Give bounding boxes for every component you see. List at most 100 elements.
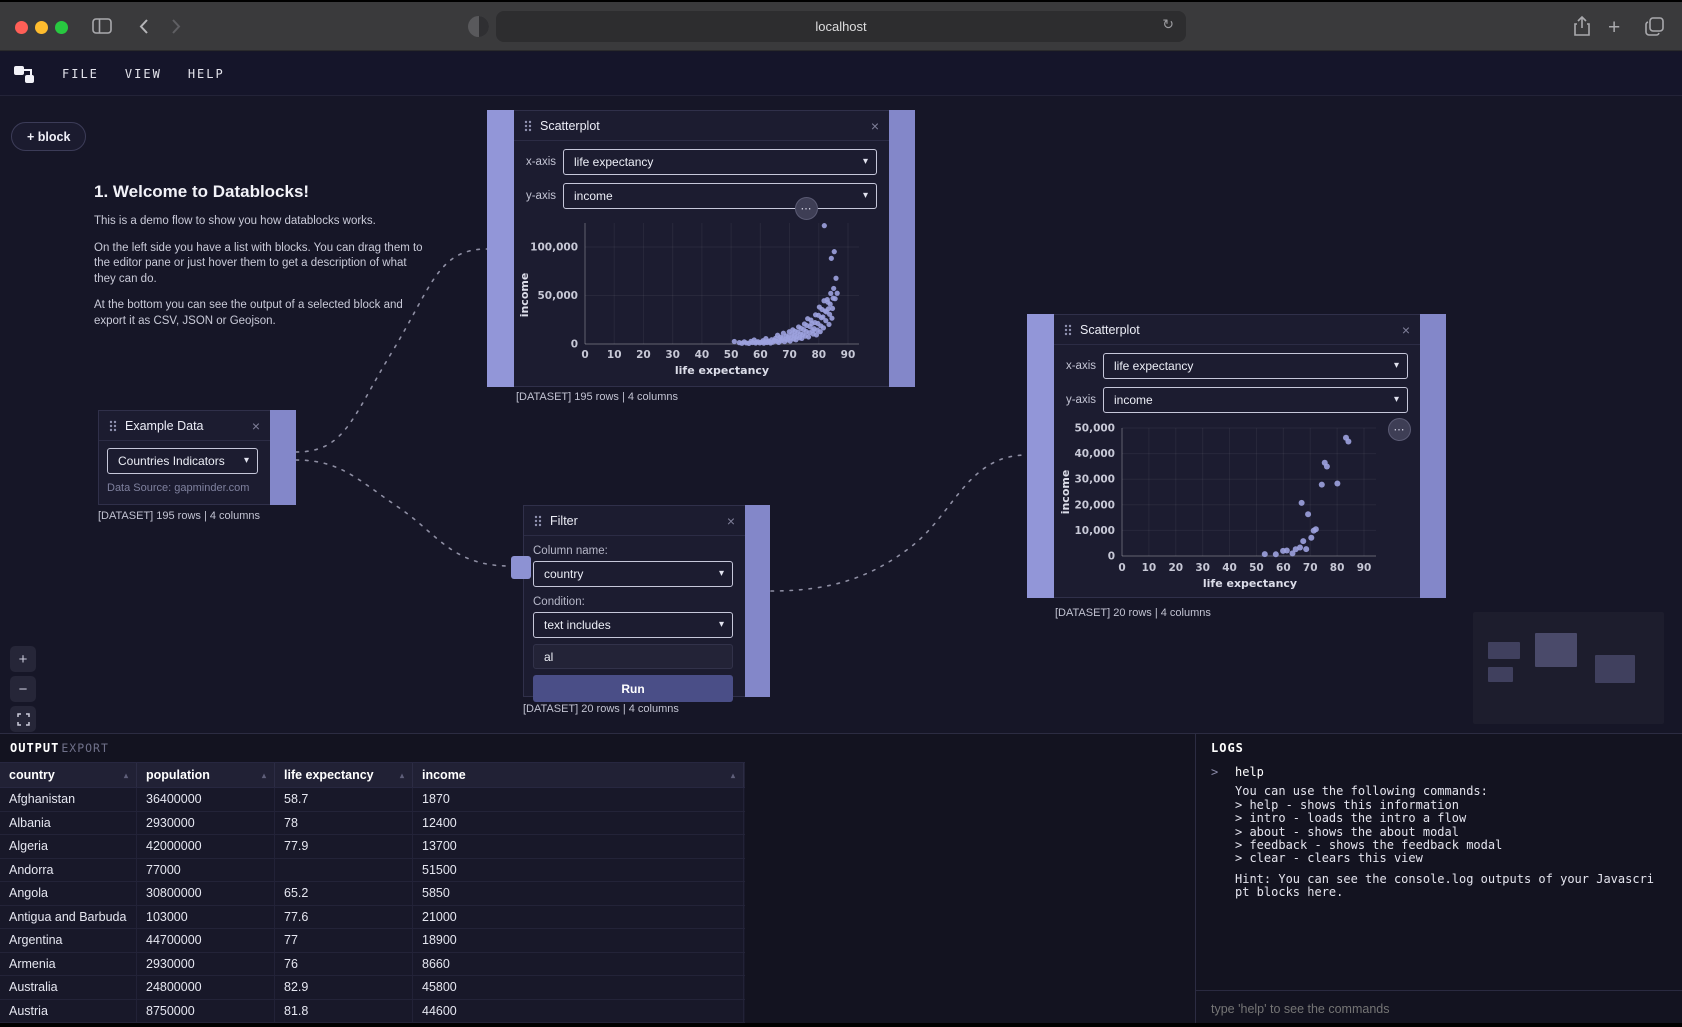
svg-text:100,000: 100,000	[530, 242, 578, 254]
node-drag-header[interactable]: Scatterplot ×	[1054, 315, 1420, 345]
node-title: Scatterplot	[1080, 323, 1140, 337]
welcome-paragraph: At the bottom you can see the output of …	[94, 298, 430, 329]
address-bar[interactable]: localhost ↻	[496, 11, 1186, 42]
zoom-in-button[interactable]: +	[10, 646, 36, 672]
column-select[interactable]: country ▾	[533, 561, 733, 587]
log-response-line: > about - shows the about modal	[1235, 826, 1669, 839]
minimap[interactable]	[1473, 612, 1664, 724]
back-icon[interactable]	[138, 14, 150, 44]
node-drag-header[interactable]: Filter ×	[524, 506, 745, 536]
table-body: Afghanistan3640000058.71870Albania293000…	[0, 788, 745, 1023]
node-drag-header[interactable]: Example Data ×	[99, 411, 270, 441]
y-axis-value: income	[1114, 393, 1153, 407]
run-button[interactable]: Run	[533, 675, 733, 702]
fit-view-icon	[17, 713, 30, 726]
flow-canvas[interactable]: + block 1. Welcome to Datablocks! This i…	[0, 96, 1682, 733]
svg-text:50: 50	[1249, 562, 1264, 574]
drag-handle-icon[interactable]	[109, 420, 117, 432]
logs-title: LOGS	[1211, 741, 1244, 755]
input-port[interactable]	[1027, 314, 1054, 598]
zoom-window-button[interactable]	[55, 21, 68, 34]
column-header-life-expectancy[interactable]: life expectancy▴	[275, 763, 413, 787]
fit-view-button[interactable]	[10, 706, 36, 732]
close-icon[interactable]: ×	[727, 513, 735, 529]
node-title: Filter	[550, 514, 578, 528]
column-header-income[interactable]: income▴	[413, 763, 744, 787]
reload-icon[interactable]: ↻	[1162, 16, 1174, 33]
chevron-down-icon: ▾	[863, 190, 868, 201]
table-cell: Angola	[0, 882, 137, 905]
y-axis-select[interactable]: income ▾	[563, 183, 877, 209]
table-cell: 44600	[413, 1000, 744, 1023]
bottom-panel: OUTPUT EXPORT country▴population▴life ex…	[0, 733, 1682, 1023]
browser-chrome: localhost ↻ +	[0, 2, 1682, 51]
input-port[interactable]	[511, 556, 531, 579]
drag-handle-icon[interactable]	[524, 120, 532, 132]
minimize-window-button[interactable]	[35, 21, 48, 34]
node-example-data[interactable]: Example Data × Countries Indicators ▾ Da…	[98, 410, 296, 505]
condition-select[interactable]: text includes ▾	[533, 612, 733, 638]
column-header-country[interactable]: country▴	[0, 763, 137, 787]
output-port[interactable]	[270, 410, 296, 505]
export-tab[interactable]: EXPORT	[61, 741, 109, 755]
chart-options-button[interactable]: ⋯	[795, 197, 818, 220]
node-scatterplot-2[interactable]: Scatterplot × x-axis life expectancy ▾ y…	[1027, 314, 1446, 598]
menu-item-help[interactable]: HELP	[188, 67, 225, 81]
x-axis-select[interactable]: life expectancy ▾	[563, 149, 877, 175]
forward-icon[interactable]	[170, 14, 182, 44]
table-row: Angola3080000065.25850	[0, 882, 745, 906]
tabs-overview-icon[interactable]	[1644, 16, 1665, 42]
table-cell: 2930000	[137, 953, 275, 976]
output-tab[interactable]: OUTPUT	[10, 741, 59, 755]
svg-text:20,000: 20,000	[1074, 499, 1115, 511]
new-tab-icon[interactable]: +	[1608, 16, 1620, 40]
menu-item-file[interactable]: FILE	[62, 67, 99, 81]
table-cell: 2930000	[137, 812, 275, 835]
logs-console: >helpYou can use the following commands:…	[1211, 766, 1669, 907]
table-cell: Antigua and Barbuda	[0, 906, 137, 929]
table-row: Armenia2930000768660	[0, 953, 745, 977]
add-block-button[interactable]: + block	[11, 122, 86, 151]
app-window: localhost ↻ + FILE VIEW HELP + block	[0, 0, 1682, 1027]
drag-handle-icon[interactable]	[534, 515, 542, 527]
dataset-value: Countries Indicators	[118, 454, 225, 468]
dataset-select[interactable]: Countries Indicators ▾	[107, 448, 258, 474]
svg-text:0: 0	[1108, 551, 1115, 563]
chart-options-button[interactable]: ⋯	[1388, 418, 1411, 441]
input-port[interactable]	[487, 110, 514, 387]
table-cell: Austria	[0, 1000, 137, 1023]
column-header-population[interactable]: population▴	[137, 763, 275, 787]
node-title: Example Data	[125, 419, 204, 433]
logs-command-input[interactable]	[1211, 1002, 1666, 1016]
table-cell: 77.9	[275, 835, 413, 858]
svg-text:income: income	[1059, 470, 1072, 515]
table-cell: 103000	[137, 906, 275, 929]
sidebar-toggle-icon[interactable]	[92, 14, 112, 44]
svg-text:60: 60	[1276, 562, 1291, 574]
close-window-button[interactable]	[15, 21, 28, 34]
filter-query-input[interactable]	[533, 644, 733, 669]
node-drag-header[interactable]: Scatterplot ×	[514, 111, 889, 141]
data-source-text: Data Source: gapminder.com	[107, 482, 270, 494]
close-icon[interactable]: ×	[252, 418, 260, 434]
node-filter[interactable]: Filter × Column name: country ▾ Conditio…	[523, 505, 770, 697]
drag-handle-icon[interactable]	[1064, 324, 1072, 336]
y-axis-select[interactable]: income ▾	[1103, 387, 1408, 413]
zoom-out-button[interactable]: −	[10, 676, 36, 702]
output-port[interactable]	[745, 505, 770, 697]
share-icon[interactable]	[1572, 15, 1592, 43]
log-response-line: You can use the following commands:	[1235, 785, 1669, 798]
node-scatterplot-1[interactable]: Scatterplot × x-axis life expectancy ▾ y…	[487, 110, 915, 387]
output-port[interactable]	[889, 110, 915, 387]
menu-item-view[interactable]: VIEW	[125, 67, 162, 81]
output-port[interactable]	[1420, 314, 1446, 598]
svg-text:30,000: 30,000	[1074, 474, 1115, 486]
svg-text:50: 50	[724, 349, 739, 361]
y-axis-value: income	[574, 189, 613, 203]
close-icon[interactable]: ×	[1402, 322, 1410, 338]
x-axis-select[interactable]: life expectancy ▾	[1103, 353, 1408, 379]
table-row: Andorra7700051500	[0, 859, 745, 883]
table-cell: 65.2	[275, 882, 413, 905]
logs-input-divider	[1196, 990, 1682, 991]
close-icon[interactable]: ×	[871, 118, 879, 134]
